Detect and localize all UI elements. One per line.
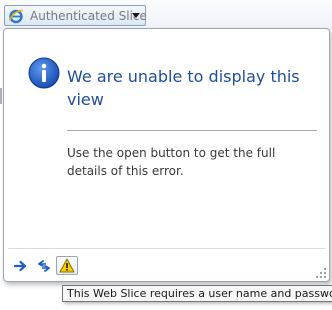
info-icon [28, 57, 60, 89]
ie-icon [8, 8, 24, 24]
warning-icon [59, 258, 75, 273]
divider [67, 130, 317, 131]
background-window-edge [0, 88, 2, 104]
error-title: We are unable to display this view [67, 67, 300, 109]
chevron-down-icon[interactable] [132, 13, 140, 18]
warning-button[interactable] [56, 256, 78, 275]
tooltip: This Web Slice requires a user name and … [62, 285, 332, 302]
authenticated-slice-button[interactable]: Authenticated Slice [4, 5, 147, 26]
footer-divider [8, 248, 325, 249]
slice-title: Authenticated Slice [30, 8, 147, 23]
refresh-button[interactable] [35, 256, 53, 275]
web-slice-window: Authenticated Slice We are unable to dis… [0, 0, 332, 310]
open-button[interactable] [12, 256, 30, 275]
error-detail: Use the open button to get the full deta… [67, 146, 276, 178]
slice-preview-popup: We are unable to display this view Use t… [3, 28, 330, 282]
arrow-right-icon [14, 260, 27, 271]
refresh-icon [38, 259, 50, 272]
resize-grip[interactable] [315, 267, 327, 279]
